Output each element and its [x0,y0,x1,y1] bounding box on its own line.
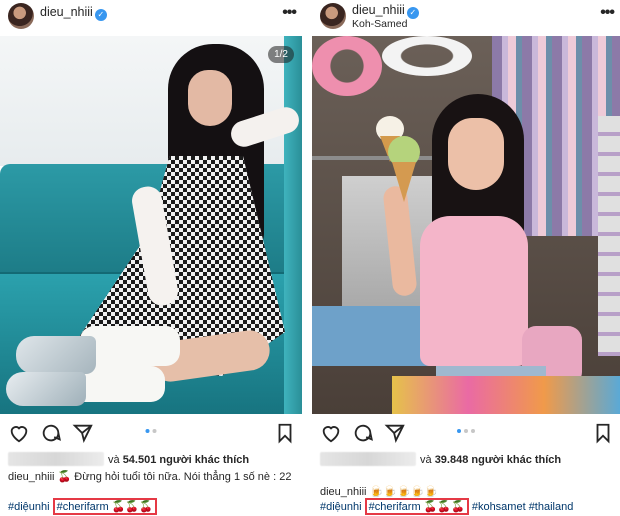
hashtag-link[interactable]: #diệunhi [8,501,50,513]
carousel-dots [145,429,157,433]
avatar[interactable] [8,3,34,29]
caption-text: 🍒 Đừng hỏi tuổi tôi nữa. Nói thẳng 1 số … [57,471,292,483]
carousel-page-indicator: 1/2 [268,46,294,63]
carousel-dot [471,429,475,433]
likes-count[interactable]: và 39.848 người khác thích [320,452,561,466]
post-image[interactable]: 1/2 [0,36,302,414]
caption-username[interactable]: dieu_nhiii [320,486,366,498]
carousel-dots [457,429,475,433]
carousel-dot [152,429,157,433]
post-image[interactable] [312,36,620,414]
hashtag-highlight[interactable]: #cherifarm 🍒🍒🍒 [364,498,469,515]
hashtags: #diệunhi #cherifarm 🍒🍒🍒 [8,498,298,515]
verified-badge-icon: ✓ [406,7,419,19]
comment-icon[interactable] [40,422,62,444]
verified-badge-icon: ✓ [94,9,107,21]
blurred-username [8,452,104,466]
hashtag-link[interactable]: #kohsamet #thailand [472,501,574,513]
post-header: dieu_nhiii ✓ Koh-Samed ••• [312,0,620,36]
username-link[interactable]: dieu_nhiii ✓ [352,3,419,19]
bookmark-icon[interactable] [592,422,614,444]
likes-count[interactable]: và 54.501 người khác thích [8,452,249,466]
blurred-username [320,452,416,466]
bookmark-icon[interactable] [274,422,296,444]
heart-icon[interactable] [8,422,30,444]
carousel-dot [464,429,468,433]
username-link[interactable]: dieu_nhiii ✓ [40,5,107,21]
hashtags: #diệunhi #cherifarm 🍒🍒🍒 #kohsamet #thail… [320,498,616,515]
post-caption: dieu_nhiii 🍺🍺🍺🍺🍺 [320,485,614,499]
caption-username[interactable]: dieu_nhiii [8,471,54,483]
hashtag-highlight[interactable]: #cherifarm 🍒🍒🍒 [52,498,157,515]
send-icon[interactable] [384,422,406,444]
send-icon[interactable] [72,422,94,444]
carousel-dot [145,429,150,433]
heart-icon[interactable] [320,422,342,444]
post-actions [0,420,302,446]
post-caption: dieu_nhiii 🍒 Đừng hỏi tuổi tôi nữa. Nói … [8,470,296,484]
more-options-icon[interactable]: ••• [600,4,615,22]
more-options-icon[interactable]: ••• [282,4,297,22]
location-link[interactable]: Koh-Samed [352,18,407,30]
hashtag-link[interactable]: #diệunhi [320,501,362,513]
post-actions [312,420,620,446]
caption-text: 🍺🍺🍺🍺🍺 [369,486,439,498]
post-header: dieu_nhiii ✓ ••• [0,0,302,36]
post-card-2: dieu_nhiii ✓ Koh-Samed ••• và 39.848 ngư… [312,0,620,516]
comment-icon[interactable] [352,422,374,444]
carousel-dot [457,429,461,433]
avatar[interactable] [320,3,346,29]
post-card-1: dieu_nhiii ✓ ••• 1/2 và 54.501 người khác… [0,0,302,516]
